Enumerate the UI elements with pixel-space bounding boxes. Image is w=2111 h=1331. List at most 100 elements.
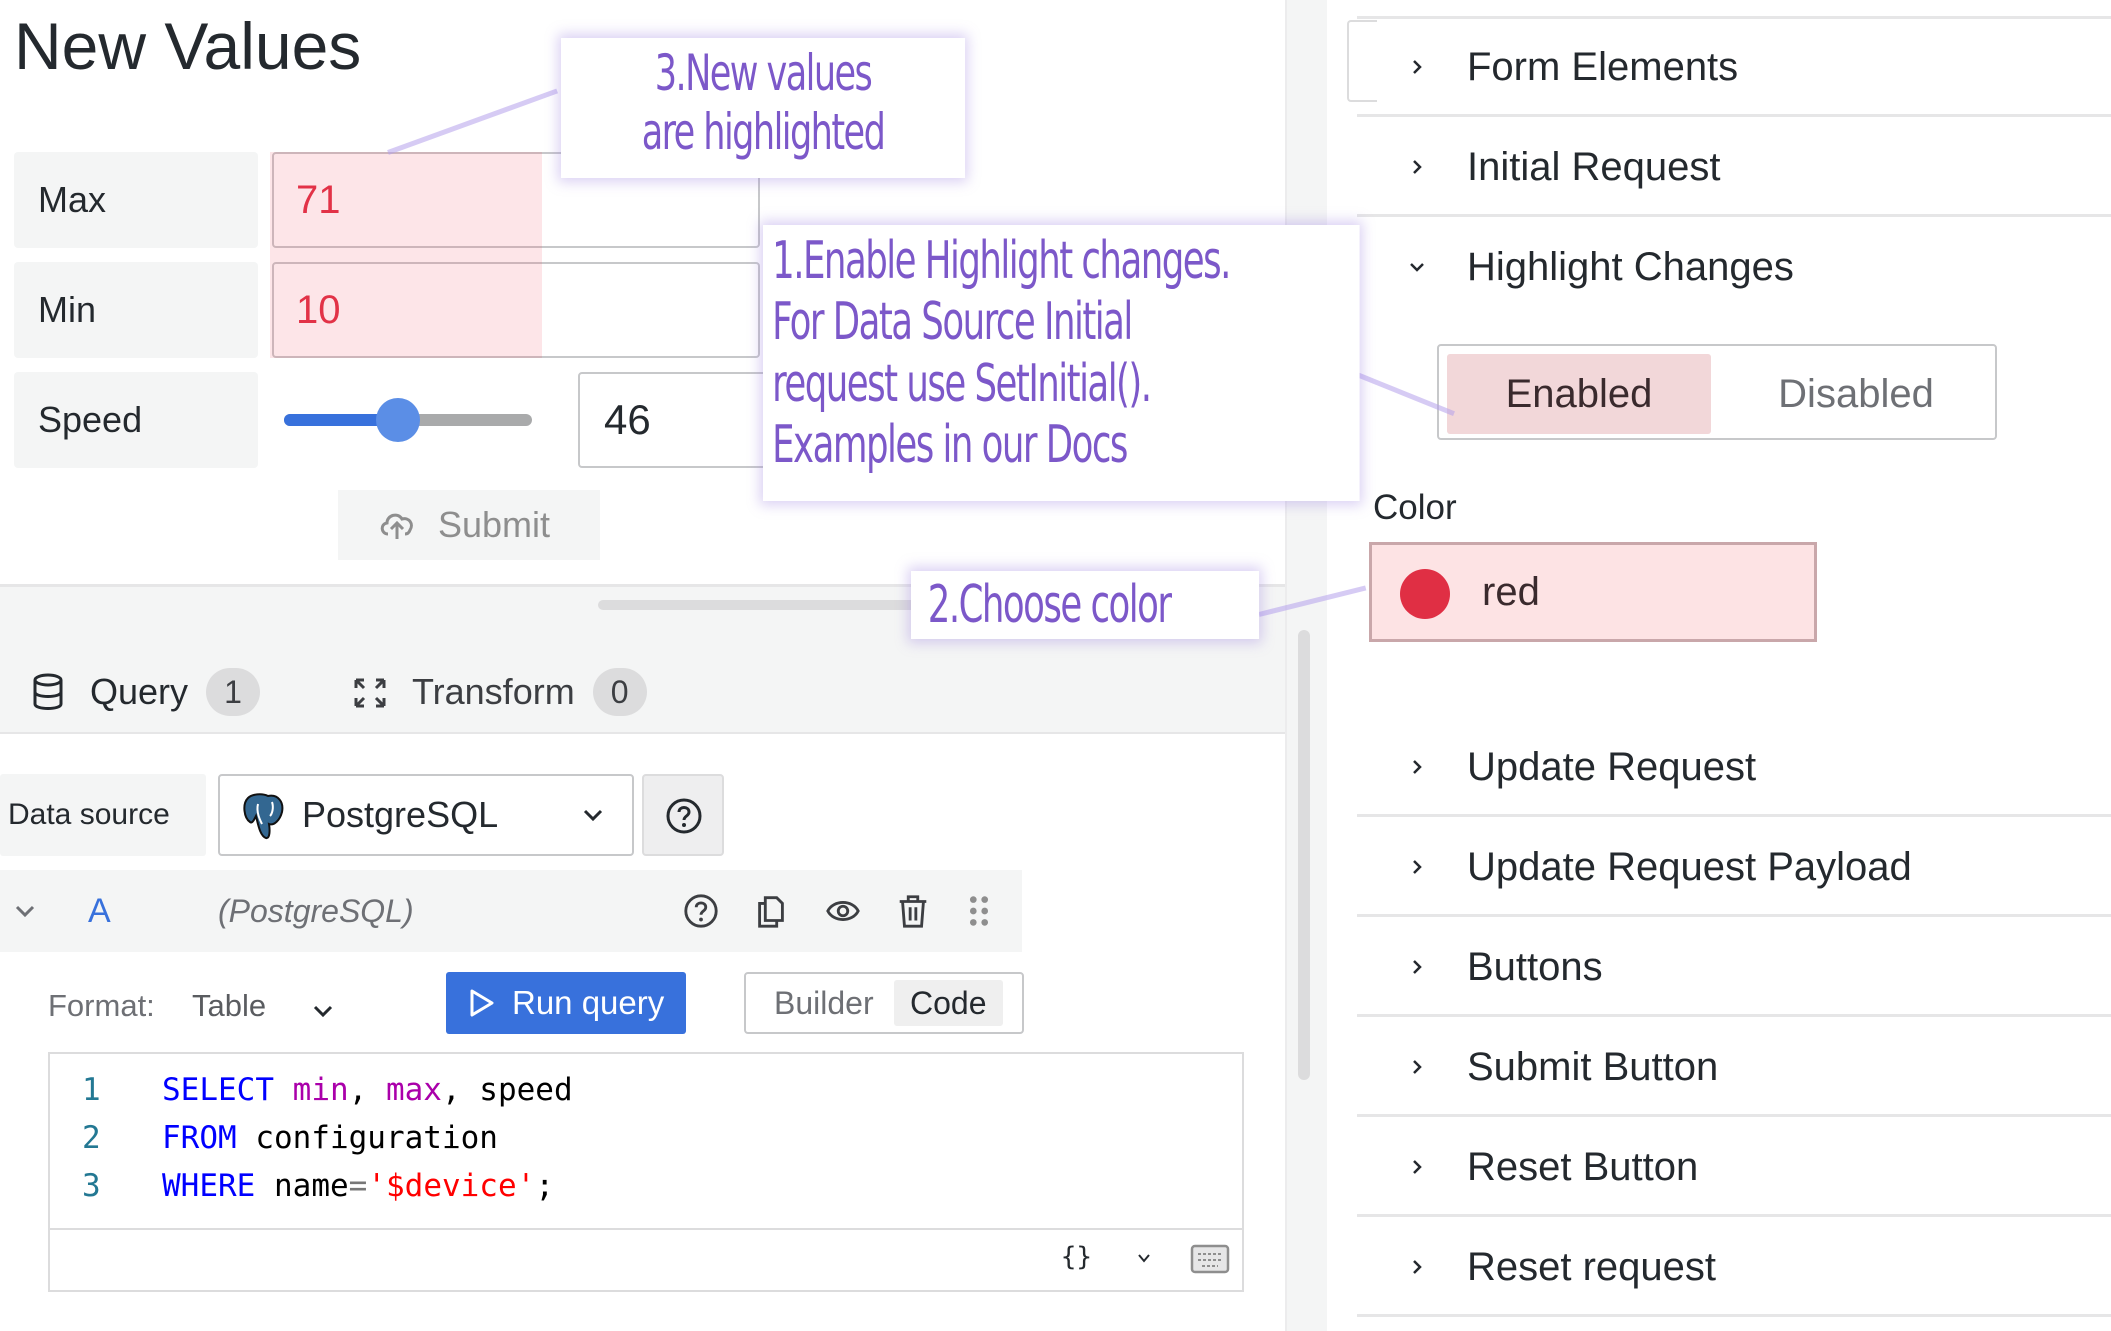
code-token: SELECT (162, 1072, 274, 1108)
code-token: = (348, 1168, 368, 1204)
format-label: Format: (48, 988, 155, 1023)
cloud-upload-icon (380, 513, 413, 539)
highlight-enabled-option[interactable]: Enabled (1447, 354, 1711, 434)
format-chevron-down-icon[interactable] (312, 1000, 334, 1022)
submit-button[interactable]: Submit (338, 490, 600, 560)
editor-tabs: Query 1 Transform 0 (0, 657, 1285, 797)
tab-query-count: 1 (206, 668, 261, 716)
submit-label: Submit (438, 504, 551, 545)
options-section-label: Buttons (1467, 945, 1603, 989)
color-swatch[interactable] (1400, 569, 1450, 619)
options-section[interactable]: Update Request Payload (1357, 817, 2111, 917)
run-query-button[interactable]: Run query (446, 972, 686, 1034)
code-token: , (348, 1072, 386, 1108)
chevron-right-icon (1413, 960, 1422, 974)
chevron-right-icon (1413, 860, 1422, 874)
page-title: New Values (14, 9, 362, 83)
code-token: WHERE (162, 1168, 256, 1204)
code-text: WHERE name='$device'; (162, 1162, 554, 1210)
help-icon[interactable] (682, 892, 720, 930)
query-datasource-hint: (PostgreSQL) (218, 893, 414, 929)
mode-code[interactable]: Code (894, 980, 1003, 1026)
highlight-disabled-option[interactable]: Disabled (1731, 354, 1981, 434)
tab-transform-label: Transform (412, 671, 575, 712)
highlight-toggle: Enabled Disabled (1437, 344, 1997, 440)
callout-choose-color: 2.Choose color (911, 571, 1260, 639)
options-section-label: Submit Button (1467, 1045, 1719, 1089)
callout-new-values-highlighted: 3.New values are highlighted (561, 38, 966, 178)
options-section[interactable]: Buttons (1357, 917, 2111, 1017)
chevron-right-icon (1413, 760, 1422, 774)
speed-input[interactable]: 46 (578, 372, 778, 468)
options-section-label: Initial Request (1467, 145, 1721, 189)
tab-query[interactable]: Query 1 (30, 657, 261, 727)
query-editor-area: Query 1 Transform 0 Data source PostgreS… (0, 587, 1285, 1331)
format-select[interactable]: Table (192, 988, 266, 1024)
data-source-select[interactable]: PostgreSQL (218, 774, 634, 856)
tab-transform[interactable]: Transform 0 (352, 657, 647, 727)
chevron-down-icon (1410, 263, 1424, 272)
run-query-label: Run query (512, 984, 665, 1021)
chevron-down-icon[interactable] (1136, 1250, 1152, 1266)
slider-handle[interactable] (376, 398, 421, 442)
callout-1-line: Examples in our Docs (772, 415, 1128, 476)
color-value: red (1482, 570, 1540, 614)
speed-label: Speed (14, 372, 258, 468)
code-text: FROM configuration (162, 1114, 498, 1162)
callout-3-line: 3.New values (654, 44, 873, 102)
code-token: min (292, 1072, 349, 1108)
query-row-header: A (PostgreSQL) (0, 870, 1022, 952)
data-source-label: Data source (0, 774, 206, 856)
data-source-value: PostgreSQL (302, 794, 499, 835)
sql-code-editor[interactable]: 1 SELECT min, max, speed 2 FROM configurati… (48, 1052, 1244, 1230)
callout-1-line: 1.Enable Highlight changes. (772, 231, 1231, 291)
callout-1-line: request use SetInitial(). (772, 353, 1152, 414)
color-label: Color (1373, 488, 1457, 527)
options-section-label: Update Request (1467, 745, 1757, 789)
collapse-chevron-icon[interactable] (14, 900, 36, 922)
chevron-right-icon (1413, 1060, 1422, 1074)
code-token: name (255, 1168, 349, 1204)
options-section[interactable]: Reset Button (1357, 1117, 2111, 1217)
chevron-right-icon (1413, 60, 1422, 74)
postgresql-logo-icon (243, 793, 284, 840)
tab-query-label: Query (90, 671, 189, 712)
trash-icon[interactable] (894, 892, 932, 930)
options-section[interactable]: Update Request (1357, 717, 2111, 817)
options-section[interactable]: Highlight Changes (1357, 217, 2111, 317)
keyboard-icon[interactable] (1190, 1244, 1230, 1274)
options-section[interactable]: Form Elements (1357, 17, 2111, 117)
code-text: SELECT min, max, speed (162, 1066, 573, 1114)
options-section[interactable]: Initial Request (1357, 117, 2111, 217)
code-token: '$device' (367, 1168, 536, 1204)
mode-builder[interactable]: Builder (758, 980, 890, 1026)
speed-slider[interactable] (272, 398, 532, 442)
chevron-down-icon (583, 809, 603, 822)
options-pane: Form Elements Initial Request Highlight Ch… (1327, 0, 2111, 1331)
format-code-button[interactable]: {} (1061, 1242, 1092, 1272)
line-number: 1 (82, 1072, 101, 1108)
color-picker[interactable]: red (1369, 542, 1817, 642)
database-icon (33, 673, 63, 710)
query-box: Data source PostgreSQL A (PostgreSQL) Fo… (0, 732, 1285, 1331)
tab-transform-count: 0 (592, 668, 647, 716)
editor-scrollbar[interactable] (1298, 630, 1310, 1080)
left-panel: New Values Max 71 Min 10 Speed 46 Submit… (0, 0, 1285, 1331)
duplicate-icon[interactable] (752, 892, 790, 930)
code-token: , speed (441, 1072, 573, 1108)
options-section-label: Update Request Payload (1467, 845, 1912, 889)
data-source-help-button[interactable] (642, 774, 724, 856)
options-section[interactable]: Reset request (1357, 1217, 2111, 1317)
callout-enable-highlight: 1.Enable Highlight changes. For Data Sou… (763, 225, 1360, 501)
callout-1-line: For Data Source Initial (772, 292, 1133, 353)
max-label: Max (14, 152, 258, 248)
drag-handle-icon[interactable] (960, 892, 998, 930)
chevron-right-icon (1413, 1160, 1422, 1174)
options-section[interactable]: Submit Button (1357, 1017, 2111, 1117)
callout-3-line: are highlighted (641, 103, 886, 161)
min-input[interactable]: 10 (272, 262, 760, 358)
eye-icon[interactable] (824, 892, 862, 930)
query-ref-id[interactable]: A (88, 870, 111, 952)
line-number: 2 (82, 1120, 101, 1156)
